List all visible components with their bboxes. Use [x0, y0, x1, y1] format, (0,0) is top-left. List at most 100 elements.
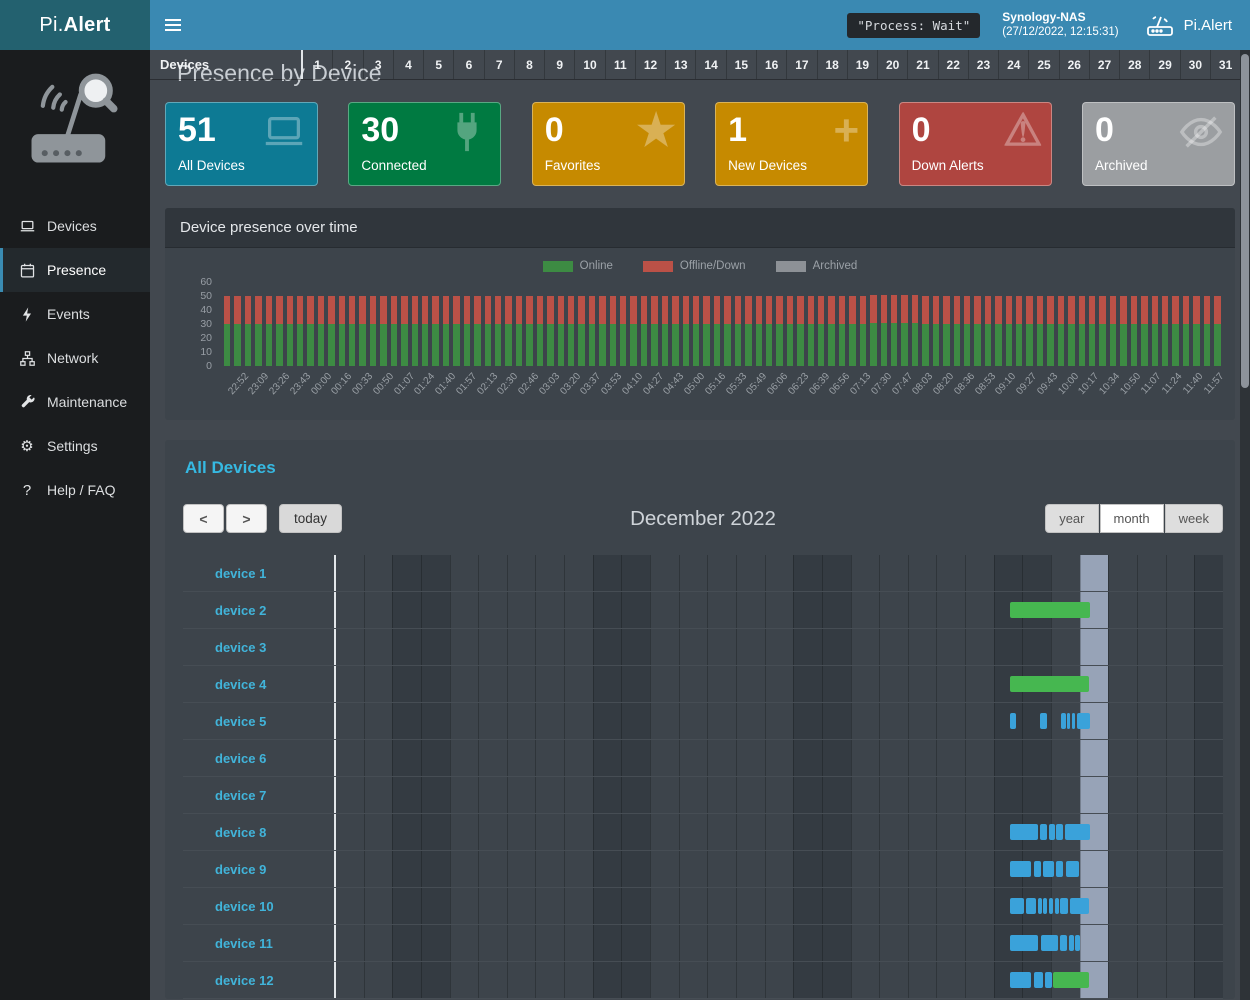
- day-cell: [879, 962, 908, 998]
- day-cell: [1166, 851, 1195, 887]
- day-cell: [564, 851, 593, 887]
- presence-event-bar[interactable]: [1060, 935, 1067, 951]
- device-presence-grid: [336, 555, 1223, 591]
- presence-bar: [662, 296, 668, 366]
- presence-bar: [724, 296, 730, 366]
- presence-event-bar[interactable]: [1010, 898, 1024, 914]
- presence-bar: [964, 296, 970, 366]
- legend-item-archived[interactable]: Archived: [776, 260, 858, 272]
- sidebar-item-help-faq[interactable]: ?Help / FAQ: [0, 468, 150, 512]
- device-link[interactable]: device 12: [193, 973, 274, 988]
- presence-event-bar[interactable]: [1053, 972, 1088, 988]
- presence-event-bar[interactable]: [1067, 713, 1070, 729]
- device-link[interactable]: device 6: [193, 751, 266, 766]
- presence-event-bar[interactable]: [1056, 861, 1063, 877]
- presence-event-bar[interactable]: [1034, 972, 1044, 988]
- presence-event-bar[interactable]: [1056, 824, 1062, 840]
- presence-event-bar[interactable]: [1034, 861, 1041, 877]
- sidebar-item-label: Events: [47, 306, 90, 322]
- presence-event-bar[interactable]: [1077, 713, 1090, 729]
- presence-event-bar[interactable]: [1065, 824, 1090, 840]
- calendar-view-button-week[interactable]: week: [1165, 504, 1223, 533]
- presence-event-bar[interactable]: [1043, 861, 1053, 877]
- summary-box-new-devices[interactable]: 1New Devices+: [715, 102, 868, 186]
- day-cell: [908, 814, 937, 850]
- device-link[interactable]: device 1: [193, 566, 266, 581]
- presence-event-bar[interactable]: [1010, 676, 1089, 692]
- day-header-cell: 25: [1028, 50, 1058, 79]
- presence-event-bar[interactable]: [1069, 935, 1074, 951]
- presence-bar: [714, 296, 720, 366]
- device-link[interactable]: device 2: [193, 603, 266, 618]
- presence-event-bar[interactable]: [1072, 713, 1075, 729]
- sidebar-item-devices[interactable]: Devices: [0, 204, 150, 248]
- summary-box-connected[interactable]: 30Connected: [348, 102, 501, 186]
- summary-box-all-devices[interactable]: 51All Devices: [165, 102, 318, 186]
- app-logo[interactable]: Pi.Alert: [0, 0, 150, 50]
- presence-event-bar[interactable]: [1040, 824, 1047, 840]
- presence-event-bar[interactable]: [1061, 713, 1065, 729]
- summary-box-favorites[interactable]: 0Favorites★: [532, 102, 685, 186]
- sidebar-item-presence[interactable]: Presence: [0, 248, 150, 292]
- presence-event-bar[interactable]: [1026, 898, 1035, 914]
- presence-event-bar[interactable]: [1066, 861, 1079, 877]
- sidebar-toggle-button[interactable]: [150, 0, 196, 50]
- day-cell: [851, 666, 880, 702]
- presence-event-bar[interactable]: [1040, 713, 1047, 729]
- sidebar-item-settings[interactable]: ⚙Settings: [0, 424, 150, 468]
- day-cell: [736, 666, 765, 702]
- day-cell: [507, 555, 536, 591]
- device-link[interactable]: device 4: [193, 677, 266, 692]
- day-cell: [793, 962, 822, 998]
- device-link[interactable]: device 3: [193, 640, 266, 655]
- presence-event-bar[interactable]: [1010, 861, 1031, 877]
- day-cell: [392, 740, 421, 776]
- day-cell: [507, 703, 536, 739]
- calendar-prev-button[interactable]: <: [183, 504, 224, 533]
- presence-event-bar[interactable]: [1010, 713, 1016, 729]
- device-link[interactable]: device 8: [193, 825, 266, 840]
- presence-event-bar[interactable]: [1055, 898, 1059, 914]
- presence-event-bar[interactable]: [1010, 824, 1039, 840]
- device-link[interactable]: device 9: [193, 862, 266, 877]
- calendar-today-button[interactable]: today: [279, 504, 342, 533]
- sidebar-item-maintenance[interactable]: Maintenance: [0, 380, 150, 424]
- sidebar-item-events[interactable]: Events: [0, 292, 150, 336]
- presence-event-bar[interactable]: [1049, 824, 1055, 840]
- summary-box-down-alerts[interactable]: 0Down Alerts⚠: [899, 102, 1052, 186]
- presence-event-bar[interactable]: [1049, 898, 1053, 914]
- legend-item-offline-down[interactable]: Offline/Down: [643, 260, 746, 272]
- presence-event-bar[interactable]: [1010, 972, 1031, 988]
- device-link[interactable]: device 10: [193, 899, 274, 914]
- presence-event-bar[interactable]: [1010, 935, 1039, 951]
- day-cell: [1051, 629, 1080, 665]
- calendar-view-button-month[interactable]: month: [1100, 504, 1164, 533]
- day-cell: [736, 703, 765, 739]
- x-axis-label: 11:07: [1137, 368, 1158, 414]
- presence-event-bar[interactable]: [1043, 898, 1047, 914]
- presence-event-bar[interactable]: [1070, 898, 1088, 914]
- summary-box-archived[interactable]: 0Archived: [1082, 102, 1235, 186]
- device-link[interactable]: device 7: [193, 788, 266, 803]
- scrollbar-thumb[interactable]: [1241, 54, 1249, 388]
- day-cell: [1080, 925, 1109, 961]
- device-link[interactable]: device 11: [193, 936, 273, 951]
- day-cell: [679, 629, 708, 665]
- presence-event-bar[interactable]: [1041, 935, 1058, 951]
- presence-event-bar[interactable]: [1060, 898, 1068, 914]
- legend-item-online[interactable]: Online: [543, 260, 613, 272]
- device-link[interactable]: device 5: [193, 714, 266, 729]
- presence-event-bar[interactable]: [1038, 898, 1042, 914]
- day-cell: [478, 666, 507, 702]
- presence-event-bar[interactable]: [1045, 972, 1052, 988]
- sidebar-item-network[interactable]: Network: [0, 336, 150, 380]
- day-cell: [478, 592, 507, 628]
- calendar-next-button[interactable]: >: [226, 504, 267, 533]
- day-cell: [478, 777, 507, 813]
- presence-event-bar[interactable]: [1010, 602, 1090, 618]
- calendar-view-button-year[interactable]: year: [1045, 504, 1098, 533]
- day-cell: [1108, 925, 1137, 961]
- day-cell: [936, 851, 965, 887]
- presence-event-bar[interactable]: [1075, 935, 1080, 951]
- presence-bar: [735, 296, 741, 366]
